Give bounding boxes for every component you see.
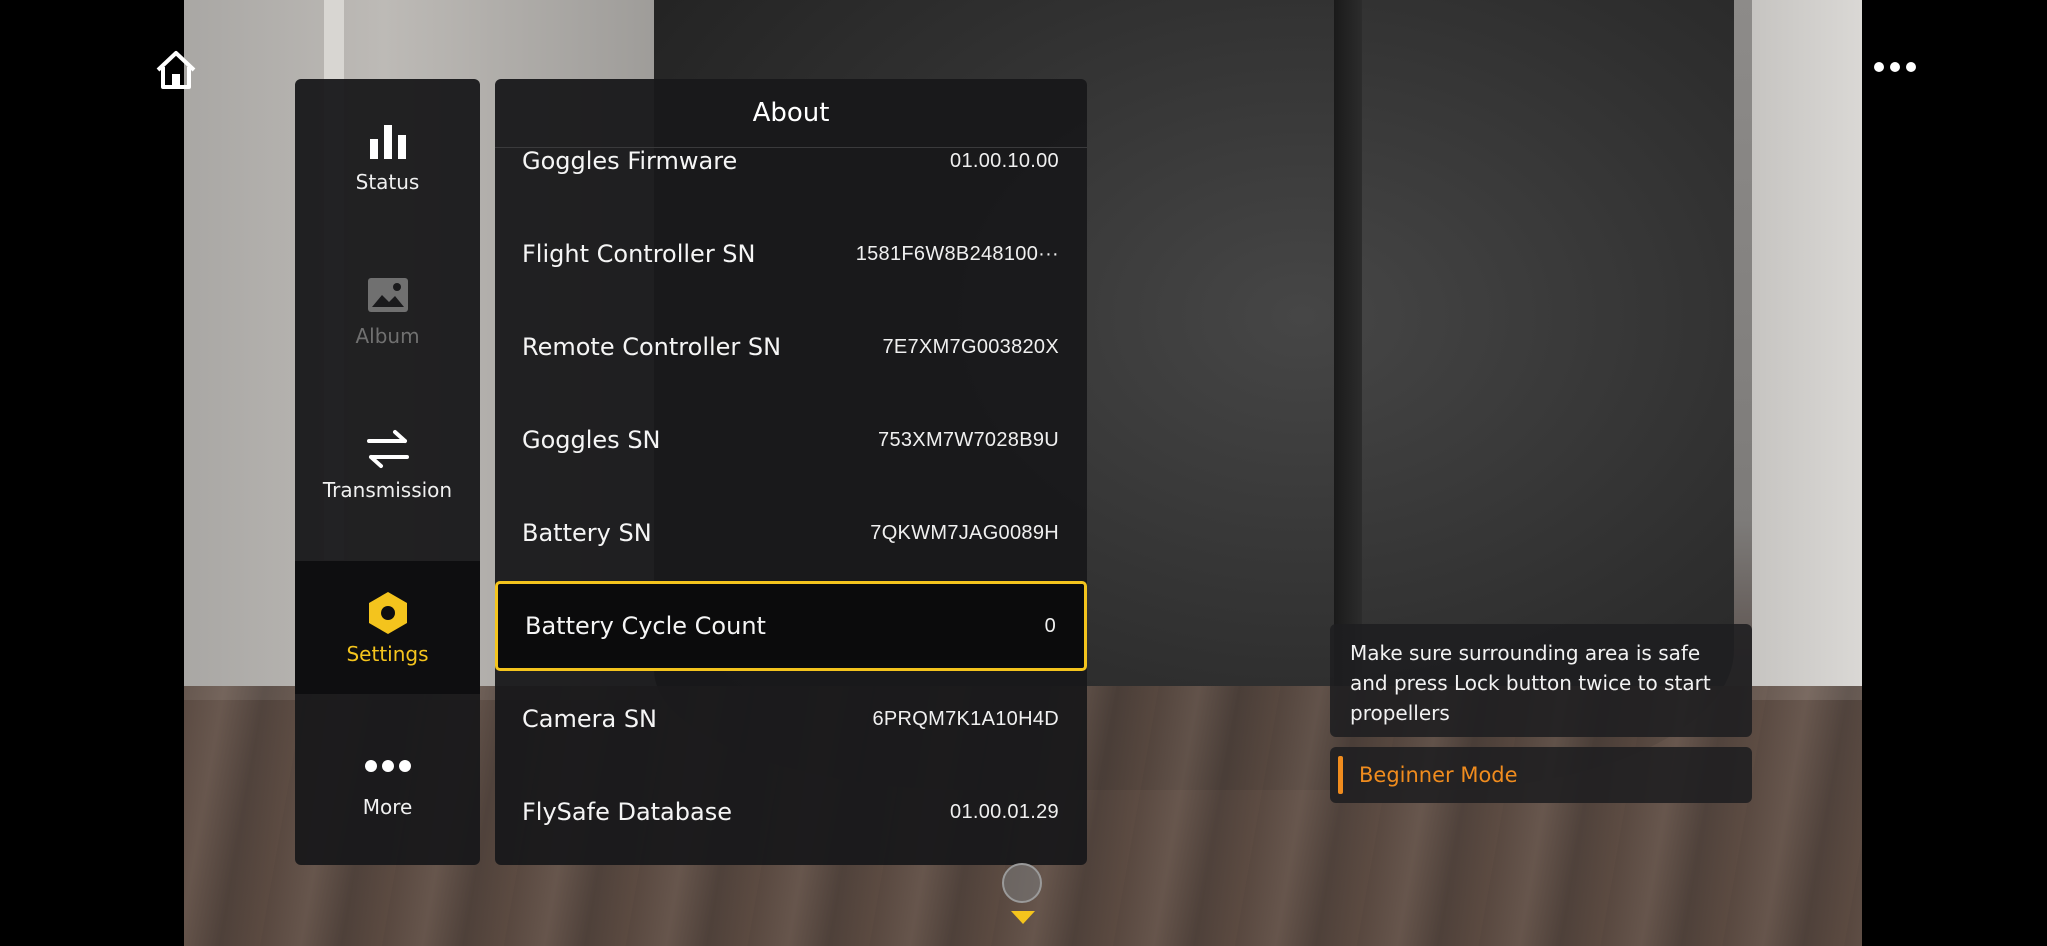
list-item[interactable]: FlySafe Database 01.00.01.29 xyxy=(495,767,1087,857)
row-label: Goggles Firmware xyxy=(522,147,738,175)
sidebar-item-label: Settings xyxy=(346,641,429,666)
sidebar-item-label: More xyxy=(362,794,413,819)
about-panel: About Goggles Firmware 01.00.10.00 Fligh… xyxy=(495,79,1087,865)
sidebar-item-status[interactable]: Status xyxy=(295,89,480,222)
image-icon xyxy=(367,272,409,318)
row-value: 0 xyxy=(1044,614,1056,637)
sidebar-item-label: Transmission xyxy=(322,477,453,502)
row-value: 01.00.10.00 xyxy=(950,149,1059,172)
feed-couch-seam xyxy=(1334,0,1362,720)
hexagon-settings-icon xyxy=(367,590,409,636)
bar-chart-icon xyxy=(368,118,408,164)
scroll-knob[interactable] xyxy=(1002,863,1042,903)
list-item-selected[interactable]: Battery Cycle Count 0 xyxy=(495,581,1087,671)
home-icon[interactable] xyxy=(154,48,198,92)
row-label: FlySafe Database xyxy=(522,798,732,826)
swap-arrows-icon xyxy=(365,426,411,472)
row-value: 7QKWM7JAG0089H xyxy=(870,521,1059,544)
list-item[interactable]: Remote Controller SN 7E7XM7G003820X xyxy=(495,302,1087,392)
mode-label: Beginner Mode xyxy=(1359,763,1518,787)
sidebar-item-album[interactable]: Album xyxy=(295,243,480,376)
row-label: Goggles SN xyxy=(522,426,661,454)
sidebar-nav: Status Album Transmission Settings More xyxy=(295,79,480,865)
list-item[interactable]: Camera SN 6PRQM7K1A10H4D xyxy=(495,674,1087,764)
row-value: 6PRQM7K1A10H4D xyxy=(872,707,1059,730)
row-value: 753XM7W7028B9U xyxy=(878,428,1059,451)
row-label: Battery SN xyxy=(522,519,652,547)
row-label: Camera SN xyxy=(522,705,657,733)
row-value: 01.00.01.29 xyxy=(950,800,1059,823)
row-label: Battery Cycle Count xyxy=(525,612,766,640)
feed-wall-right xyxy=(1752,0,1862,700)
mode-indicator-bar xyxy=(1338,756,1343,794)
row-value: 7E7XM7G003820X xyxy=(882,335,1059,358)
list-item[interactable]: Battery SN 7QKWM7JAG0089H xyxy=(495,488,1087,578)
more-options-icon[interactable] xyxy=(1874,60,1918,74)
flight-mode-badge: Beginner Mode xyxy=(1330,747,1752,803)
sidebar-item-transmission[interactable]: Transmission xyxy=(295,397,480,530)
row-label: Remote Controller SN xyxy=(522,333,782,361)
sidebar-item-settings[interactable]: Settings xyxy=(295,561,480,694)
dots-icon xyxy=(364,743,412,789)
row-label: Flight Controller SN xyxy=(522,240,756,268)
sidebar-item-more[interactable]: More xyxy=(295,714,480,847)
list-item[interactable]: Flight Controller SN 1581F6W8B248100··· xyxy=(495,209,1087,299)
list-item[interactable]: Goggles Firmware 01.00.10.00 xyxy=(495,116,1087,206)
list-item[interactable]: Goggles SN 753XM7W7028B9U xyxy=(495,395,1087,485)
scroll-down-arrow-icon[interactable] xyxy=(1011,911,1035,924)
propeller-notice: Make sure surrounding area is safe and p… xyxy=(1330,624,1752,737)
sidebar-item-label: Status xyxy=(355,169,420,194)
sidebar-item-label: Album xyxy=(355,323,420,348)
row-value: 1581F6W8B248100··· xyxy=(855,242,1059,265)
